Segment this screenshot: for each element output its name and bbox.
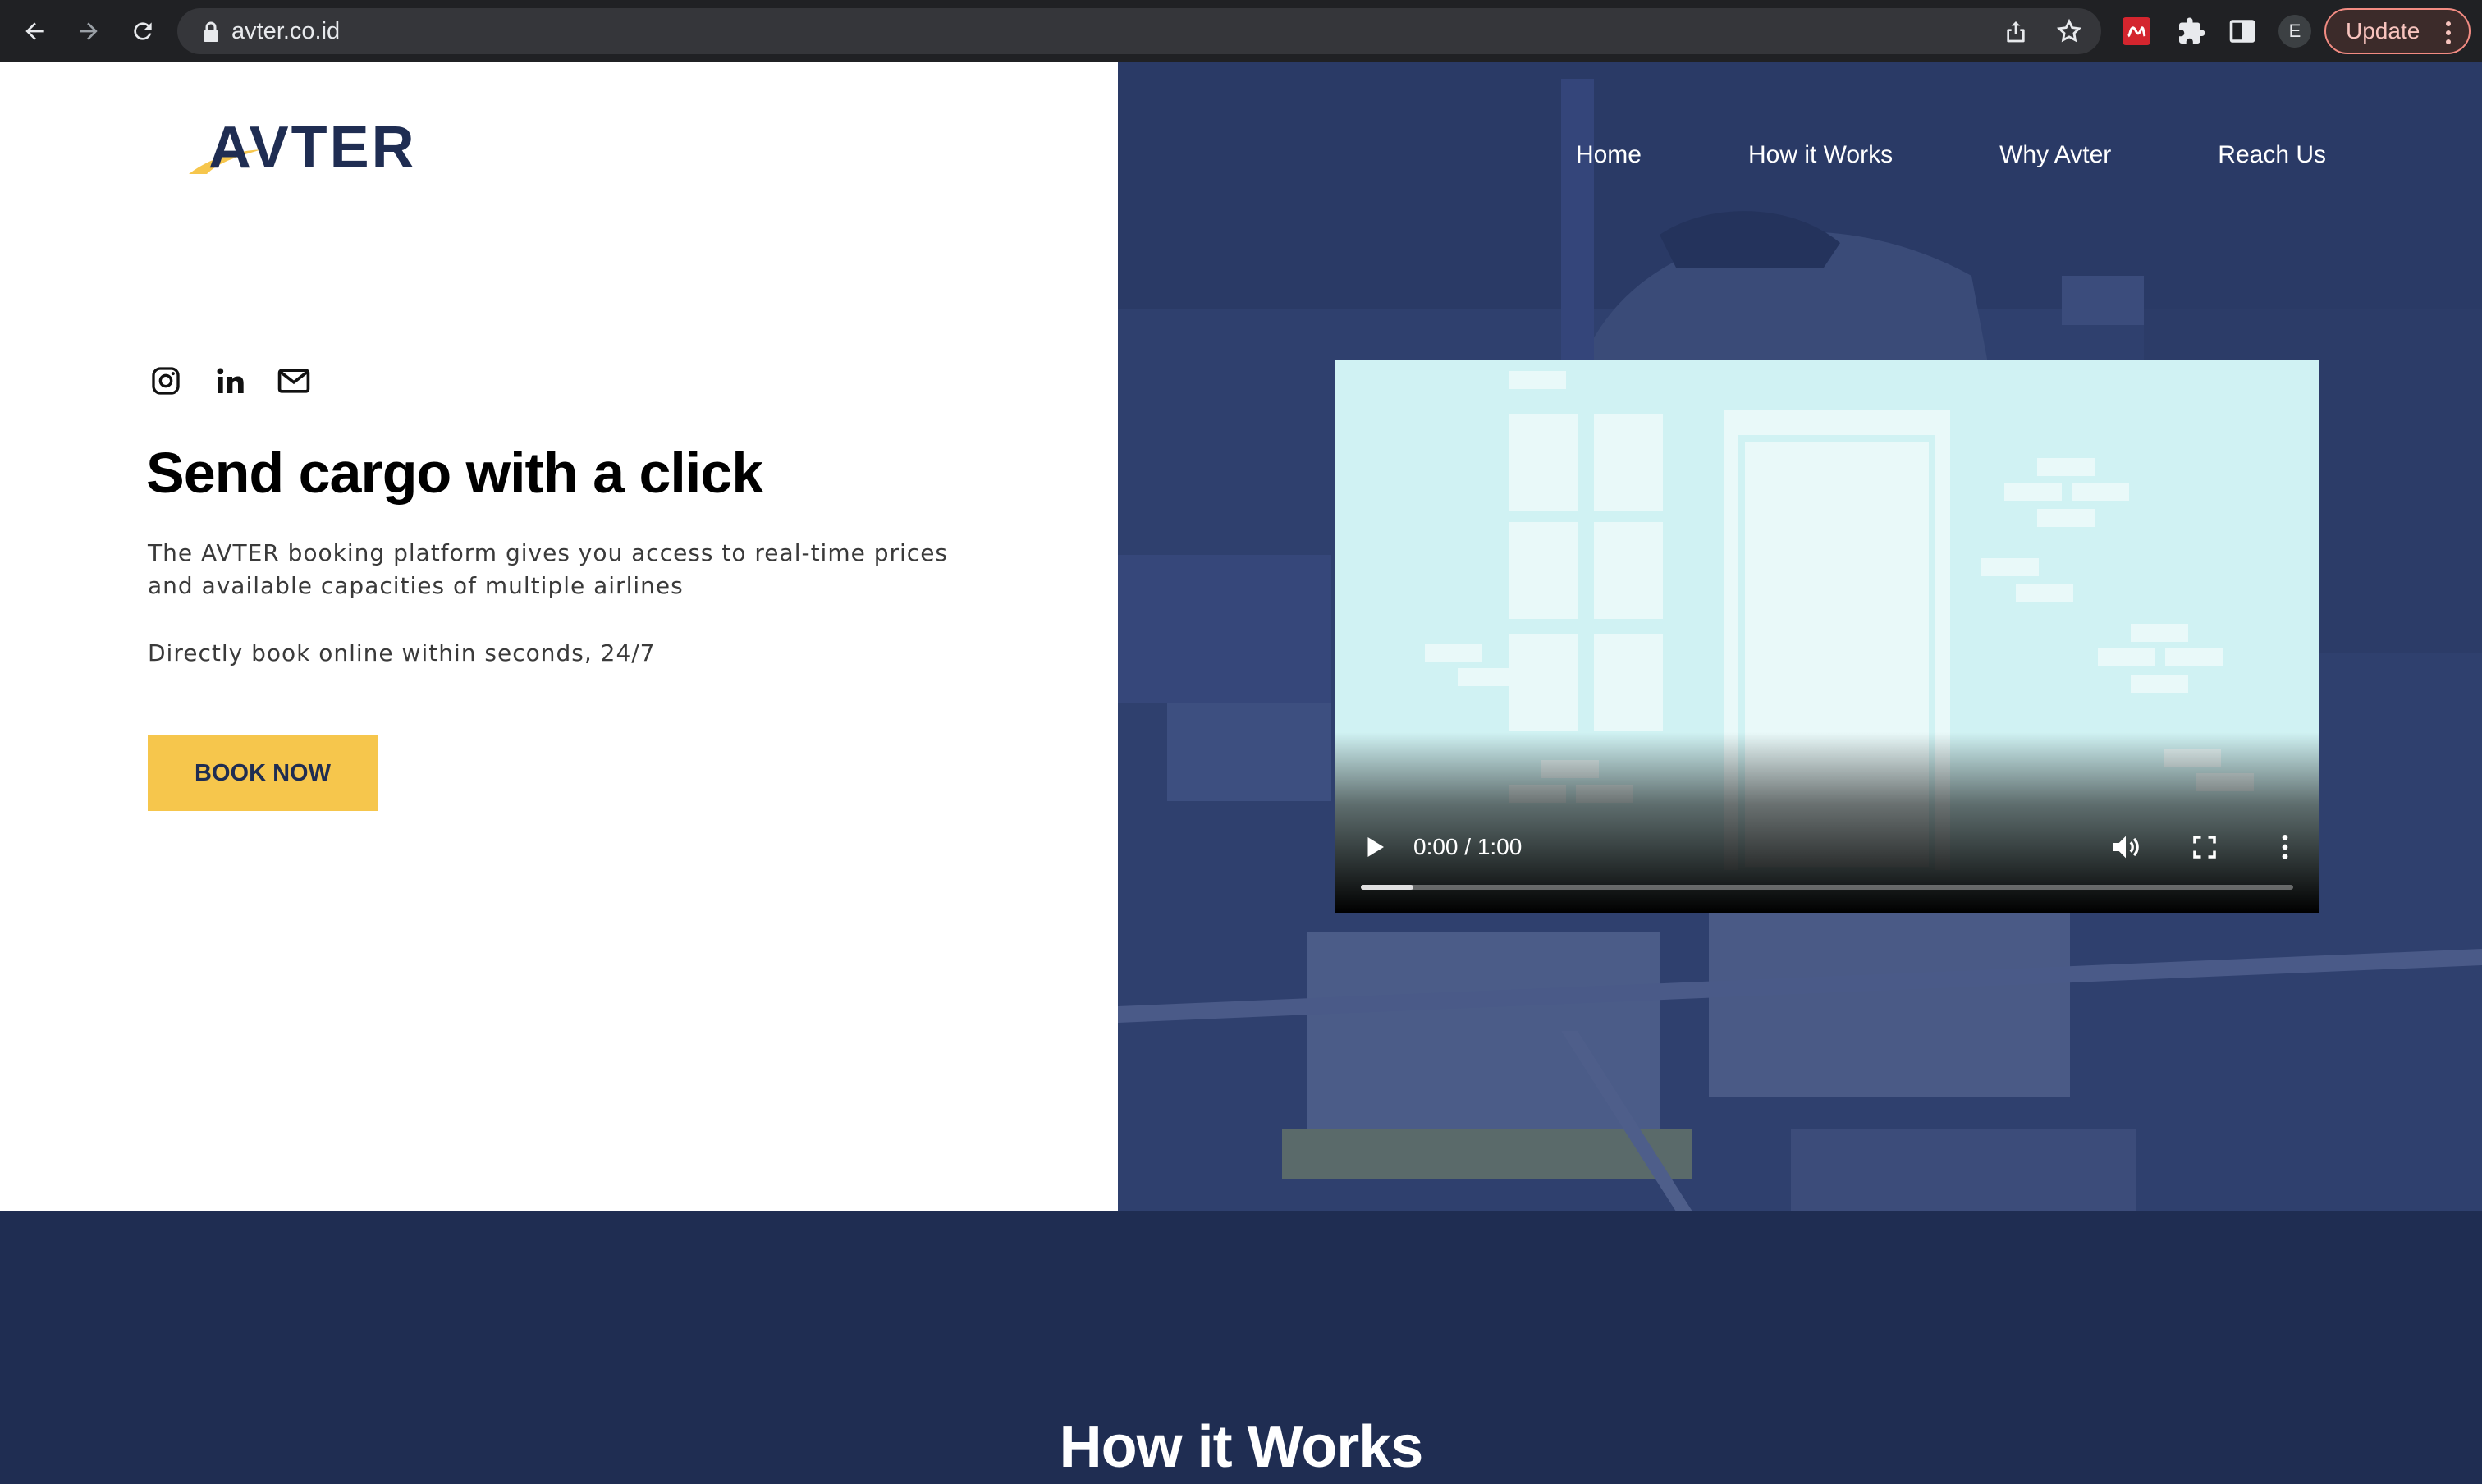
nav-how-it-works[interactable]: How it Works: [1748, 141, 1893, 169]
hero-left-panel: AVTER Send cargo with a click The AVTER …: [0, 62, 1118, 1211]
logo-wordmark: AVTER: [208, 115, 417, 181]
mendeley-extension-icon[interactable]: [2123, 17, 2150, 45]
linkedin-icon: [217, 368, 244, 393]
back-button[interactable]: [15, 11, 54, 51]
video-player[interactable]: 0:00 / 1:00: [1335, 360, 2319, 913]
forward-button[interactable]: [69, 11, 108, 51]
video-time: 0:00 / 1:00: [1413, 834, 1523, 859]
linkedin-link[interactable]: [212, 363, 248, 399]
extensions-puzzle-icon[interactable]: [2177, 16, 2206, 46]
volume-icon[interactable]: [2109, 831, 2142, 863]
address-bar[interactable]: avter.co.id: [177, 8, 2101, 54]
how-it-works-section: How it Works: [0, 1211, 2482, 1484]
side-panel-icon[interactable]: [2228, 16, 2257, 46]
nav-home[interactable]: Home: [1576, 141, 1642, 169]
play-icon[interactable]: [1359, 832, 1389, 862]
instagram-link[interactable]: [148, 363, 184, 399]
forward-arrow-icon: [80, 22, 98, 40]
more-options-icon[interactable]: [2269, 831, 2301, 863]
social-links: [148, 363, 312, 399]
section-title: How it Works: [1059, 1414, 1424, 1480]
update-label: Update: [2346, 18, 2420, 44]
nav-why-avter[interactable]: Why Avter: [1999, 141, 2111, 169]
hero-description: The AVTER booking platform gives you acc…: [148, 539, 949, 599]
reload-icon: [134, 22, 152, 40]
book-now-button[interactable]: BOOK NOW: [148, 735, 378, 811]
nav-reach-us[interactable]: Reach Us: [2218, 141, 2326, 169]
video-buffer-fill: [1361, 885, 1413, 890]
url-text: avter.co.id: [231, 18, 341, 44]
bookmark-star-icon[interactable]: [2055, 17, 2083, 45]
top-navigation: Home How it Works Why Avter Reach Us: [1576, 141, 2326, 169]
profile-avatar[interactable]: E: [2278, 15, 2311, 48]
fullscreen-icon[interactable]: [2190, 832, 2219, 862]
hero-title: Send cargo with a click: [146, 441, 763, 505]
kebab-menu-icon: [2446, 21, 2451, 44]
back-arrow-icon: [25, 22, 44, 40]
hero-right-panel: Home How it Works Why Avter Reach Us 0:0…: [1118, 62, 2482, 1211]
hero-subdescription: Directly book online within seconds, 24/…: [148, 639, 656, 666]
avter-logo[interactable]: AVTER: [185, 115, 414, 181]
mail-icon: [277, 369, 310, 393]
browser-toolbar: avter.co.id E Update: [0, 0, 2482, 62]
lock-icon: [204, 21, 218, 42]
update-button[interactable]: Update: [2324, 8, 2471, 54]
reload-button[interactable]: [123, 11, 163, 51]
instagram-icon: [152, 367, 180, 395]
email-link[interactable]: [276, 363, 312, 399]
share-icon[interactable]: [2003, 18, 2029, 44]
video-progress-bar[interactable]: [1361, 885, 2293, 890]
